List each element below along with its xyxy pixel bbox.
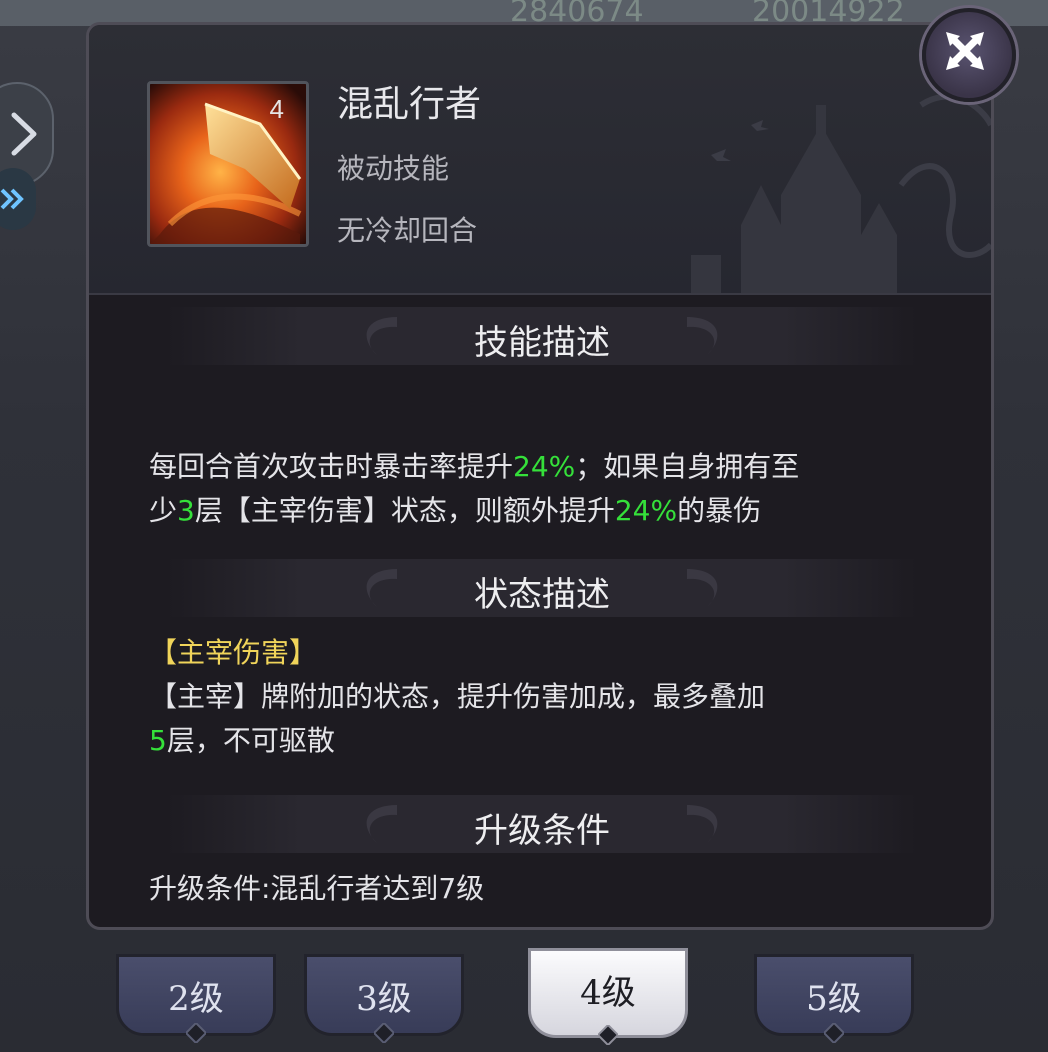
tab-level-5-label: 5级	[806, 979, 862, 1019]
section-skill-desc-header: 技能描述	[167, 307, 917, 365]
side-double-arrow-button[interactable]	[0, 168, 36, 230]
chevron-right-icon	[11, 112, 37, 156]
skill-desc-line-1: 每回合首次攻击时暴击率提升24%；如果自身拥有至	[149, 450, 800, 483]
skill-cooldown: 无冷却回合	[337, 214, 478, 247]
upgrade-condition: 升级条件:混乱行者达到7级	[149, 872, 485, 905]
section-upgrade-title: 升级条件	[474, 811, 610, 851]
skill-detail-panel: 4 混乱行者 被动技能 无冷却回合 技能描述 每回合首次攻击时暴击率提升24%；…	[86, 22, 994, 930]
skill-icon: 4	[147, 81, 309, 247]
skill-level-badge: 4	[269, 94, 284, 124]
double-chevron-icon	[0, 188, 24, 210]
ornament-right-icon	[687, 317, 718, 355]
status-desc-line-2: 5层，不可驱散	[149, 724, 335, 757]
skill-desc-line-2: 少3层【主宰伤害】状态，则额外提升24%的暴伤	[149, 494, 762, 527]
status-name: 【主宰伤害】	[149, 636, 318, 669]
section-skill-desc-title: 技能描述	[474, 323, 610, 363]
section-status-desc-title: 状态描述	[474, 575, 610, 615]
ornament-right-icon	[687, 805, 718, 843]
tab-level-2-label: 2级	[168, 979, 224, 1019]
skill-name: 混乱行者	[337, 84, 482, 125]
ornament-right-icon	[687, 569, 718, 607]
tab-level-3-label: 3级	[356, 979, 412, 1019]
tab-pin-icon	[186, 1023, 206, 1043]
skill-header: 4 混乱行者 被动技能 无冷却回合	[89, 25, 991, 295]
tab-level-5[interactable]: 5级	[754, 954, 914, 1043]
level-tabs: 2级 3级 4级 5级	[116, 944, 956, 1052]
section-status-desc-header: 状态描述	[167, 559, 917, 617]
tab-pin-icon	[598, 1025, 618, 1045]
tab-level-4-label: 4级	[580, 973, 636, 1013]
close-icon	[946, 32, 984, 70]
castle-decoration-icon	[691, 93, 991, 293]
skill-description: 每回合首次攻击时暴击率提升24%；如果自身拥有至 少3层【主宰伤害】状态，则额外…	[149, 445, 939, 533]
section-upgrade-header: 升级条件	[167, 795, 917, 853]
skill-type: 被动技能	[337, 152, 450, 185]
tab-pin-icon	[374, 1023, 394, 1043]
status-description: 【主宰伤害】 【主宰】牌附加的状态，提升伤害加成，最多叠加 5层，不可驱散	[149, 631, 939, 763]
tab-pin-icon	[824, 1023, 844, 1043]
close-button[interactable]	[922, 8, 1016, 102]
status-desc-line-1: 【主宰】牌附加的状态，提升伤害加成，最多叠加	[149, 680, 766, 713]
tab-level-2[interactable]: 2级	[116, 954, 276, 1043]
tab-level-3[interactable]: 3级	[304, 954, 464, 1043]
tab-level-4[interactable]: 4级	[528, 948, 688, 1045]
